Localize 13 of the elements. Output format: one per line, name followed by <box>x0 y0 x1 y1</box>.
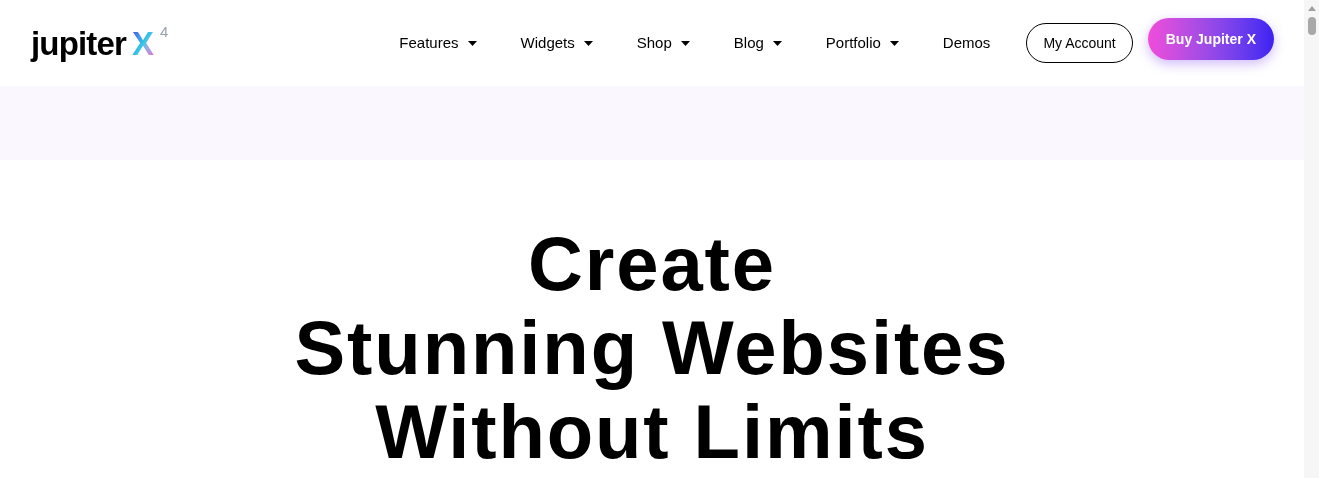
nav-link[interactable]: Features <box>377 31 499 55</box>
nav-link[interactable]: Widgets <box>498 31 615 55</box>
logo-text[interactable]: jupiter <box>31 26 127 60</box>
scroll-up-icon[interactable] <box>1307 6 1316 11</box>
nav-link[interactable]: Demos <box>920 31 1013 55</box>
nav-link[interactable]: Blog <box>711 31 804 55</box>
nav-link[interactable]: Shop <box>614 31 712 55</box>
version-number: 4 <box>160 23 169 39</box>
scrollbar[interactable] <box>1304 0 1319 478</box>
nav-link[interactable]: Portfolio <box>803 31 921 55</box>
scroll-thumb[interactable] <box>1307 17 1316 35</box>
hero-title: Create Stunning Websites Without Limits <box>294 222 1010 476</box>
buy-button[interactable]: Buy Jupiter X <box>1147 18 1274 60</box>
